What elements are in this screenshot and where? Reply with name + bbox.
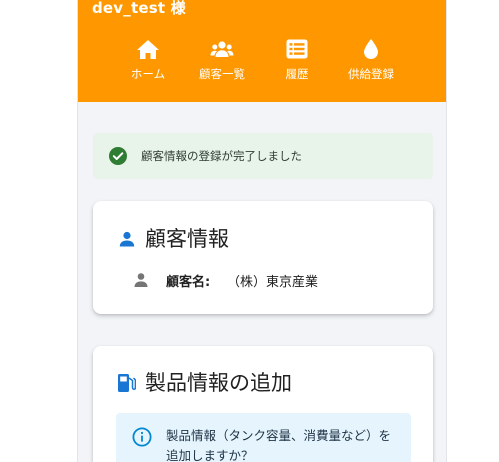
product-info-alert: 製品情報（タンク容量、消費量など）を追加しますか？ [116,413,411,462]
user-name: dev_test 様 [92,0,186,17]
success-alert: 顧客情報の登録が完了しました [93,133,433,179]
product-info-card: 製品情報の追加 製品情報（タンク容量、消費量など）を追加しますか？ [93,346,433,462]
nav-home[interactable]: ホーム [108,38,188,86]
customer-name-label: 顧客名: [166,275,211,290]
nav-bar: ホーム 顧客一覧 履歴 供給登録 [78,38,446,86]
gas-pump-icon [118,374,136,392]
person-icon [134,273,148,287]
list-icon [286,39,308,59]
alert-message: 顧客情報の登録が完了しました [141,149,302,163]
customer-card-title: 顧客情報 [145,227,229,251]
nav-history-label: 履歴 [285,67,309,81]
nav-supply-register-label: 供給登録 [348,67,394,81]
customer-info-card: 顧客情報 顧客名: （株）東京産業 [93,201,433,314]
drop-icon [364,39,378,59]
app-screen: dev_test 様 ホーム 顧客一覧 履歴 供給登録 顧客情報の登録が完了しま… [77,0,447,462]
viewport: dev_test 様 ホーム 顧客一覧 履歴 供給登録 顧客情報の登録が完了しま… [0,0,499,462]
nav-history[interactable]: 履歴 [257,38,337,86]
person-icon [119,231,135,247]
product-info-text: 製品情報（タンク容量、消費量など）を追加しますか？ [166,428,392,462]
nav-home-label: ホーム [130,67,166,81]
home-icon [137,40,159,59]
customer-name-value: （株）東京産業 [227,275,319,290]
nav-customers[interactable]: 顧客一覧 [182,38,262,86]
nav-customers-label: 顧客一覧 [199,67,245,81]
product-card-title: 製品情報の追加 [145,371,292,395]
users-icon [210,41,234,57]
check-circle-icon [109,147,127,165]
nav-supply-register[interactable]: 供給登録 [331,38,411,86]
info-icon [132,427,152,447]
app-header: dev_test 様 ホーム 顧客一覧 履歴 供給登録 [78,0,446,102]
